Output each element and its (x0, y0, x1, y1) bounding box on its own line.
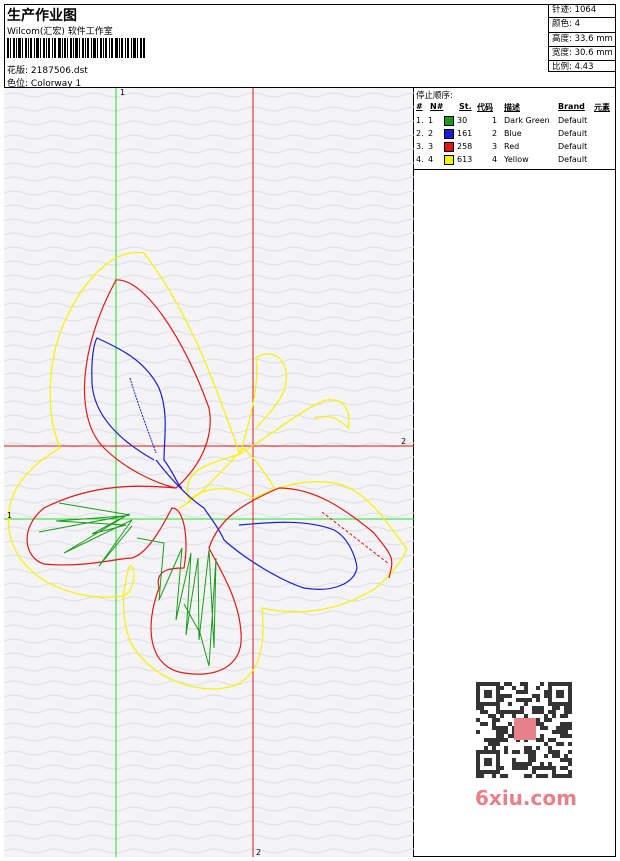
stop-code: 2 (492, 129, 498, 138)
stop-stitches: 258 (457, 142, 473, 151)
stop-sequence-panel: 停止顺序: # N# St. 代码 描述 Brand 元素 1. 1 30 1 Dark… (414, 88, 616, 170)
stop-n: 3 (428, 142, 434, 151)
stop-brand: Default (558, 155, 588, 164)
qr-code (470, 680, 578, 780)
stop-desc: Blue (504, 129, 522, 138)
color-swatch (444, 155, 454, 165)
stop-idx: 4. (416, 155, 424, 164)
stat-scale: 比例: 4.43 (549, 60, 616, 74)
stop-n: 1 (428, 116, 434, 125)
col-element: 元素 (594, 103, 610, 112)
stop-n: 4 (428, 155, 434, 164)
embroidery-preview (4, 88, 414, 857)
stat-stitches: 针迹: 1064 (552, 5, 597, 15)
stop-row: 1. 1 30 1 Dark Green Default (414, 114, 616, 127)
green-axis-label-top: 1 (120, 88, 126, 97)
stop-stitches: 161 (457, 129, 473, 138)
stop-desc: Yellow (504, 155, 529, 164)
stop-brand: Default (558, 142, 588, 151)
red-axis-label-bottom: 2 (256, 848, 262, 857)
sheet-header: 生产作业图 Wilcom(汇宏) 软件工作室 花版: 2187506.dst 色… (4, 4, 616, 89)
stop-code: 1 (492, 116, 498, 125)
color-swatch (444, 142, 454, 152)
stop-desc: Red (504, 142, 520, 151)
green-axis-label-left: 1 (7, 511, 13, 520)
design-name: 花版: 2187506.dst (7, 66, 88, 76)
stop-stitches: 30 (457, 116, 468, 125)
company-name: Wilcom(汇宏) 软件工作室 (7, 27, 113, 37)
stop-sequence-title: 停止顺序: (416, 91, 453, 101)
design-canvas (4, 88, 414, 857)
watermark: 6xiu.com (475, 786, 577, 810)
stop-idx: 3. (416, 142, 424, 151)
stop-idx: 1. (416, 116, 424, 125)
stop-desc: Dark Green (504, 116, 550, 125)
stop-code: 3 (492, 142, 498, 151)
sheet-title: 生产作业图 (7, 8, 77, 24)
stop-idx: 2. (416, 129, 424, 138)
stop-stitches: 613 (457, 155, 473, 164)
stat-colors: 颜色: 4 (549, 17, 616, 31)
stop-row: 3. 3 258 3 Red Default (414, 140, 616, 153)
stop-brand: Default (558, 129, 588, 138)
col-description: 描述 (504, 103, 520, 112)
color-swatch (444, 129, 454, 139)
col-index: # (416, 102, 423, 111)
col-brand: Brand (558, 102, 585, 111)
barcode (7, 38, 145, 58)
col-code: 代码 (477, 103, 493, 112)
stop-row: 4. 4 613 4 Yellow Default (414, 153, 616, 166)
red-axis-label-right: 2 (401, 437, 407, 446)
stop-n: 2 (428, 129, 434, 138)
color-swatch (444, 116, 454, 126)
stats-box: 针迹: 1064 颜色: 4 高度: 33.6 mm 宽度: 30.6 mm 比… (548, 4, 616, 72)
stop-code: 4 (492, 155, 498, 164)
col-stitches: St. (459, 102, 472, 111)
stat-height: 高度: 33.6 mm (549, 31, 616, 46)
stop-row: 2. 2 161 2 Blue Default (414, 127, 616, 140)
stat-width: 宽度: 30.6 mm (549, 45, 616, 60)
col-needle: N# (430, 102, 444, 111)
stop-brand: Default (558, 116, 588, 125)
